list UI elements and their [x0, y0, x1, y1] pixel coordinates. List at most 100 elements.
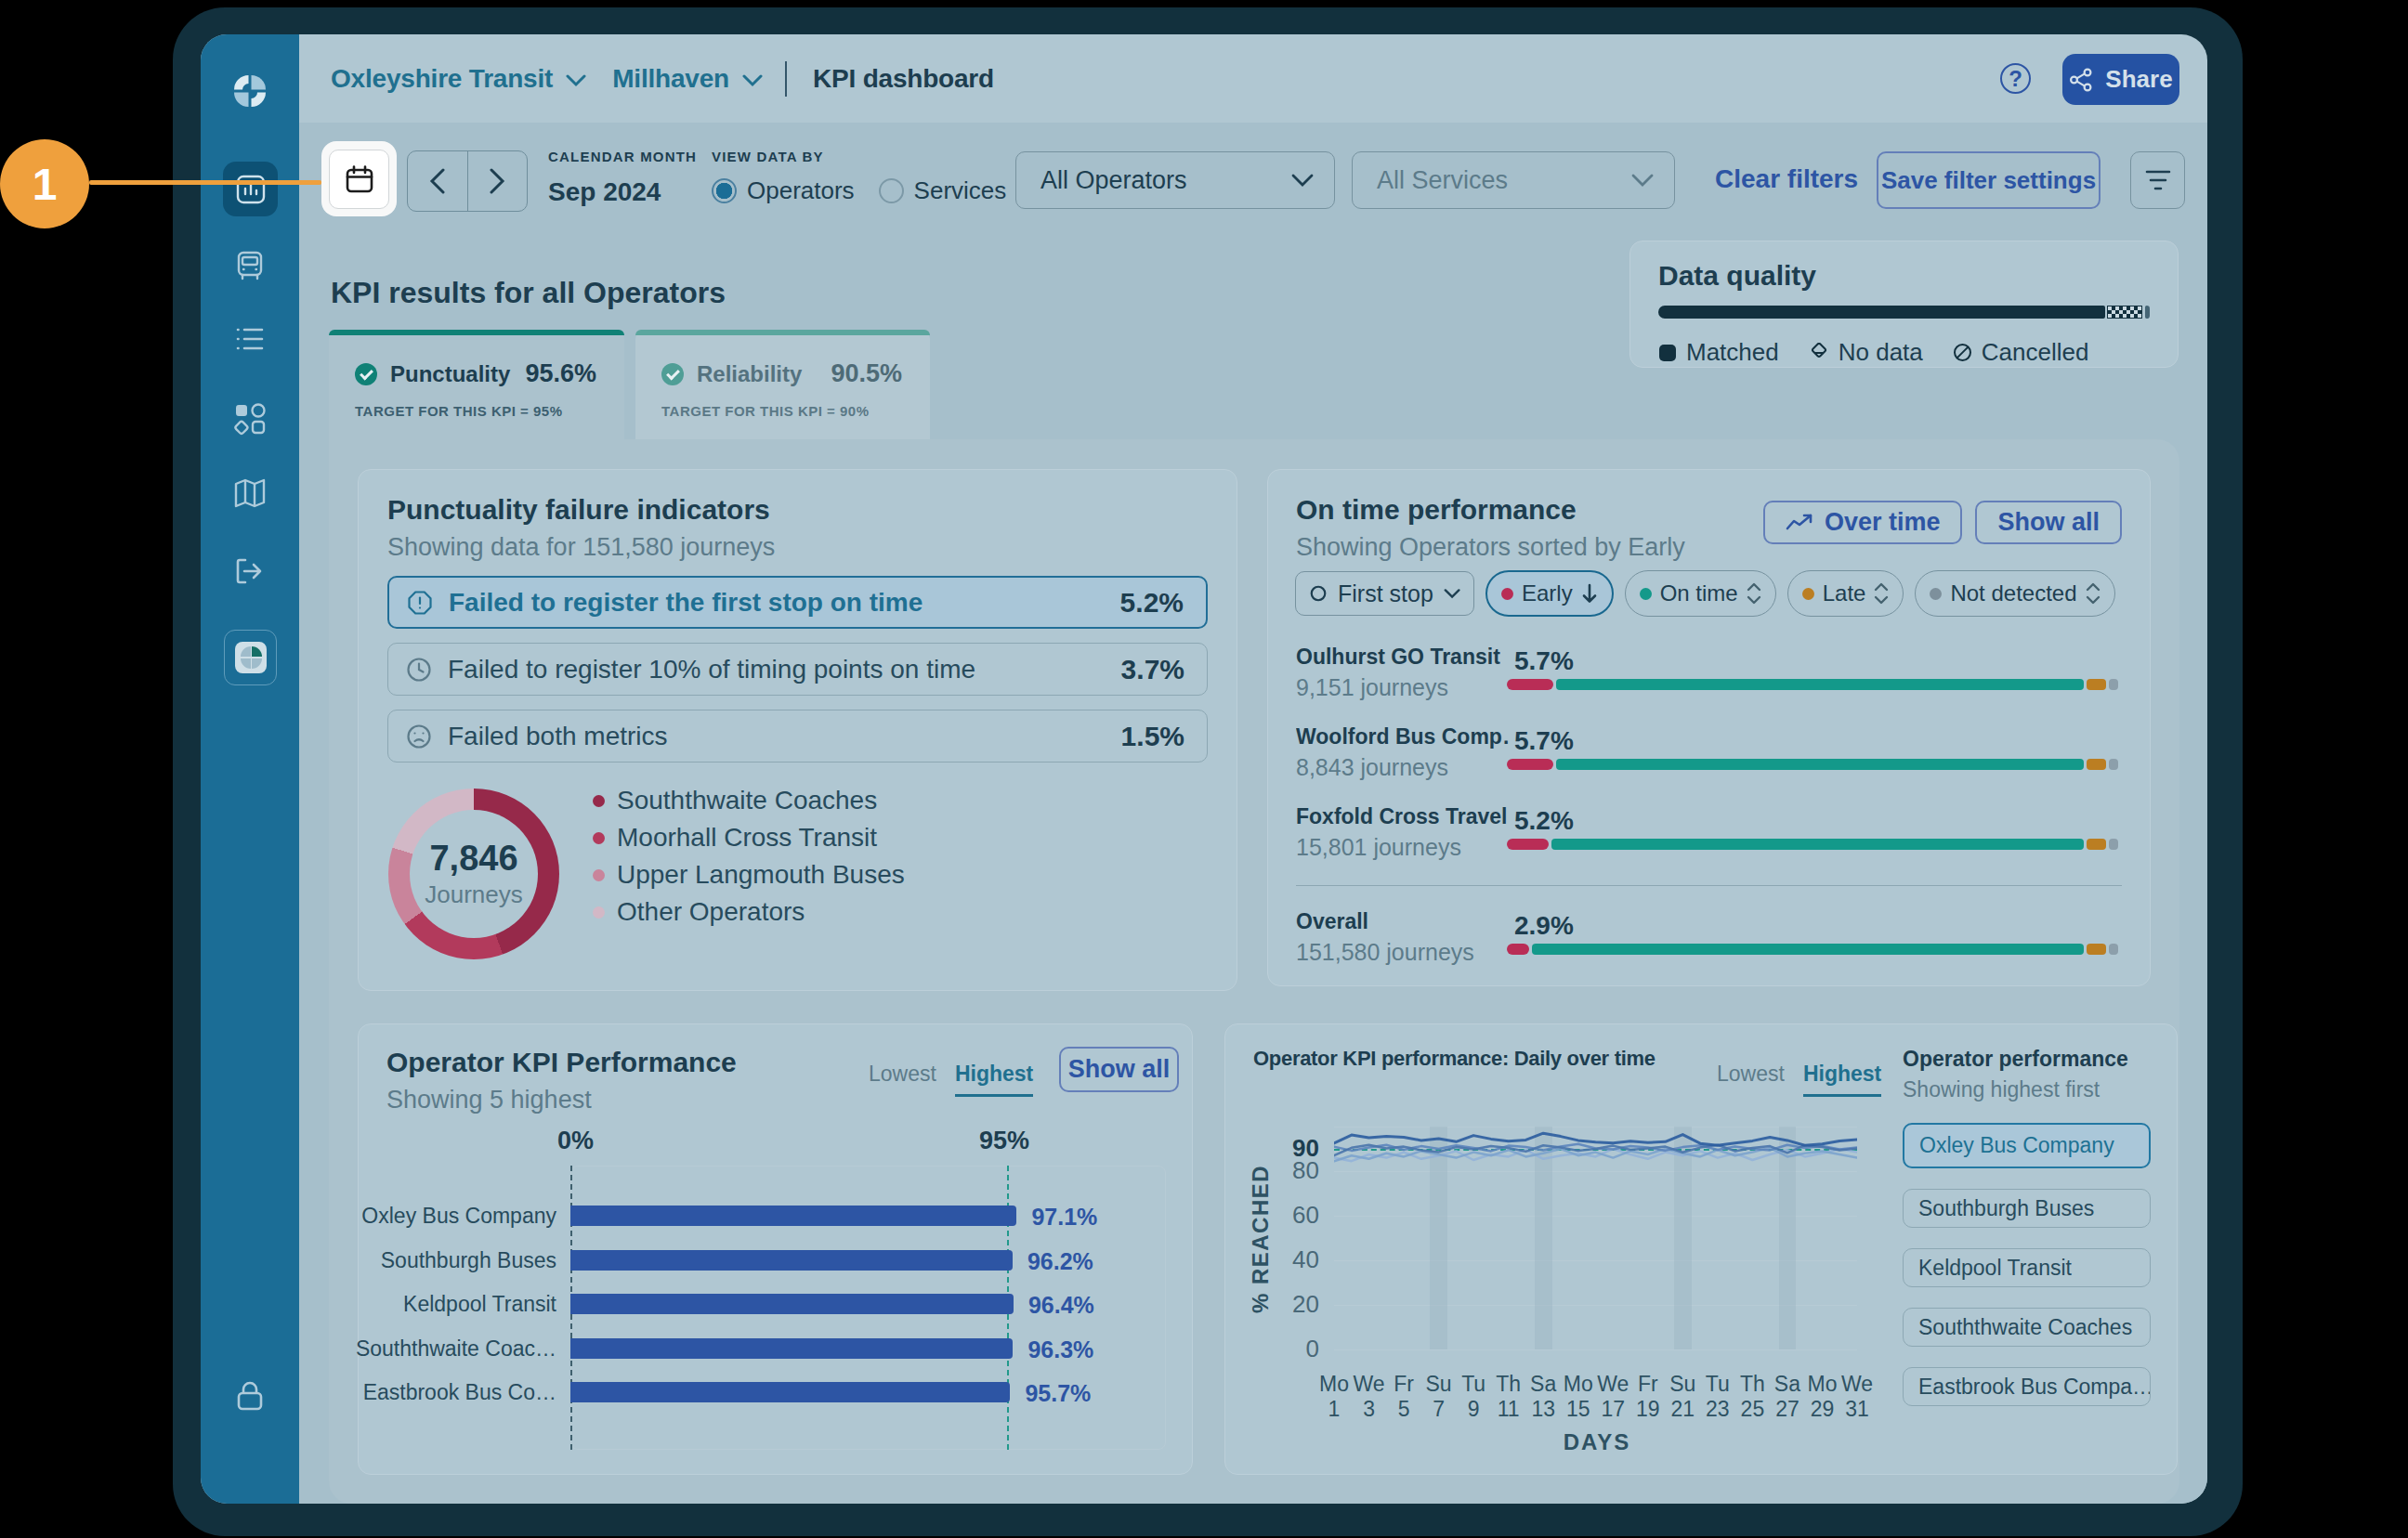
bar-segment: [1507, 944, 1529, 955]
bar-segment: [2109, 944, 2117, 955]
tab-target: TARGET FOR THIS KPI = 95%: [355, 403, 596, 419]
show-all-button[interactable]: Show all: [1975, 501, 2122, 544]
share-button[interactable]: Share: [2062, 54, 2179, 105]
kpi-bar-row: Eastbrook Bus Co…95.7%: [359, 1382, 1192, 1402]
filter-settings-button[interactable]: [2130, 151, 2185, 209]
chevron-down-icon: [742, 74, 763, 87]
operators-select-value: All Operators: [1040, 166, 1187, 195]
show-all-button[interactable]: Show all: [1059, 1047, 1179, 1092]
operator-button[interactable]: Oxley Bus Company: [1903, 1123, 2151, 1168]
donut-center: 7,846 Journeys: [410, 810, 538, 938]
kpi-bar-row: Souththwaite Coac…96.3%: [359, 1338, 1192, 1359]
chip-on-time[interactable]: On time: [1625, 570, 1776, 617]
y-tick-label: 20: [1254, 1290, 1319, 1319]
failure-row-label: Failed both metrics: [448, 722, 668, 751]
services-select[interactable]: All Services: [1352, 151, 1675, 209]
operator-button[interactable]: Souththwaite Coaches: [1903, 1308, 2151, 1347]
axis-0-label: 0%: [557, 1127, 594, 1155]
save-filter-settings-button[interactable]: Save filter settings: [1877, 151, 2100, 209]
over-time-label: Over time: [1825, 508, 1941, 537]
failure-row-value: 3.7%: [1121, 654, 1184, 685]
chip-dot-icon: [1930, 588, 1942, 600]
failure-row[interactable]: Failed both metrics1.5%: [387, 710, 1208, 762]
show-all-label: Show all: [1997, 508, 2100, 537]
operator-journeys: 151,580 journeys: [1296, 939, 1474, 966]
tab-punctuality[interactable]: Punctuality 95.6% TARGET FOR THIS KPI = …: [329, 330, 624, 439]
kpi-bar-row: Southburgh Buses96.2%: [359, 1250, 1192, 1271]
services-select-value: All Services: [1377, 166, 1508, 195]
help-button[interactable]: ?: [2000, 63, 2031, 94]
bar-segment: [2087, 839, 2106, 850]
chevron-down-icon: [1444, 588, 1460, 600]
lowest-toggle[interactable]: Lowest: [869, 1062, 936, 1087]
chip-dot-icon: [1802, 588, 1814, 600]
radio-label: Operators: [747, 176, 855, 205]
operators-select[interactable]: All Operators: [1015, 151, 1335, 209]
chip-not-detected[interactable]: Not detected: [1915, 570, 2114, 617]
breadcrumb-region[interactable]: Millhaven: [612, 64, 729, 94]
gridline: [1334, 1349, 1857, 1350]
sort-both-icon: [1874, 582, 1889, 605]
view-data-by-radios: Operators Services: [712, 176, 1006, 205]
tab-reliability[interactable]: Reliability 90.5% TARGET FOR THIS KPI = …: [635, 330, 930, 439]
bar: [570, 1206, 1016, 1226]
calendar-button[interactable]: [329, 150, 389, 209]
bar: [570, 1294, 1014, 1314]
clear-filters-button[interactable]: Clear filters: [1715, 164, 1858, 194]
bar-segment: [1556, 759, 2085, 770]
list-icon[interactable]: [233, 322, 267, 356]
breadcrumb: Oxleyshire Transit Millhaven KPI dashboa…: [331, 56, 994, 102]
radio-services[interactable]: Services: [879, 176, 1007, 205]
bar-label: Eastbrook Bus Co…: [250, 1380, 556, 1405]
breadcrumb-org[interactable]: Oxleyshire Transit: [331, 64, 553, 94]
dq-matched-segment: [1658, 306, 2105, 319]
dq-no-data-segment: [2107, 306, 2142, 319]
data-quality-card: Data quality MatchedNo dataCancelled: [1629, 241, 2179, 368]
donut-legend-item: Moorhall Cross Transit: [593, 819, 905, 856]
operator-journeys: 8,843 journeys: [1296, 754, 1448, 781]
over-time-button[interactable]: Over time: [1763, 501, 1963, 544]
stacked-bar: [1507, 944, 2122, 955]
trend-line-icon: [1786, 514, 1813, 532]
on-time-row: Foxfold Cross Travel15,801 journeys5.2%: [1296, 804, 2122, 884]
categories-icon[interactable]: [232, 400, 268, 436]
x-tick-num: 31: [1829, 1397, 1885, 1422]
bar-value: 96.2%: [1027, 1248, 1093, 1275]
bar-segment: [2087, 679, 2106, 690]
operator-button[interactable]: Eastbrook Bus Compa…: [1903, 1367, 2151, 1406]
highest-toggle[interactable]: Highest: [1803, 1062, 1881, 1097]
operator-button[interactable]: Keldpool Transit: [1903, 1248, 2151, 1287]
on-time-row: Woolford Bus Comp…8,843 journeys5.7%: [1296, 724, 2122, 804]
x-tick-day: We: [1829, 1372, 1885, 1397]
first-stop-select[interactable]: First stop: [1295, 571, 1474, 616]
on-time-actions: Over time Show all: [1763, 501, 2122, 544]
tab-name: Punctuality: [390, 361, 510, 387]
operator-journeys: 9,151 journeys: [1296, 674, 1448, 701]
radio-operators[interactable]: Operators: [712, 176, 855, 205]
sidebar-item-dashboard-active[interactable]: [223, 162, 278, 216]
chip-early[interactable]: Early: [1485, 570, 1614, 617]
logout-icon[interactable]: [233, 554, 267, 588]
chip-label: Not detected: [1950, 580, 2076, 606]
highest-toggle[interactable]: Highest: [955, 1062, 1033, 1097]
failure-row[interactable]: Failed to register 10% of timing points …: [387, 643, 1208, 696]
map-icon[interactable]: [232, 476, 268, 511]
filter-icon: [2144, 168, 2172, 192]
data-quality-legend: MatchedNo dataCancelled: [1658, 338, 2150, 367]
next-month-button[interactable]: [468, 151, 528, 211]
app-window: Oxleyshire Transit Millhaven KPI dashboa…: [201, 34, 2207, 1504]
operator-name: Oulhurst GO Transit: [1296, 645, 1500, 670]
sidebar-app-button[interactable]: [224, 630, 277, 685]
frown-icon: [406, 723, 432, 749]
failure-row[interactable]: Failed to register the first stop on tim…: [387, 576, 1208, 629]
lowest-toggle[interactable]: Lowest: [1717, 1062, 1785, 1087]
chip-late[interactable]: Late: [1787, 570, 1904, 617]
share-label: Share: [2105, 65, 2172, 94]
cancelled-legend-icon: [1953, 343, 1972, 362]
bus-icon[interactable]: [233, 249, 267, 282]
donut-legend-label: Moorhall Cross Transit: [617, 823, 877, 853]
operator-button[interactable]: Southburgh Buses: [1903, 1189, 2151, 1228]
calendar-highlight: [321, 141, 397, 216]
prev-month-button[interactable]: [408, 151, 468, 211]
kpi-heading: KPI results for all Operators: [331, 276, 726, 310]
